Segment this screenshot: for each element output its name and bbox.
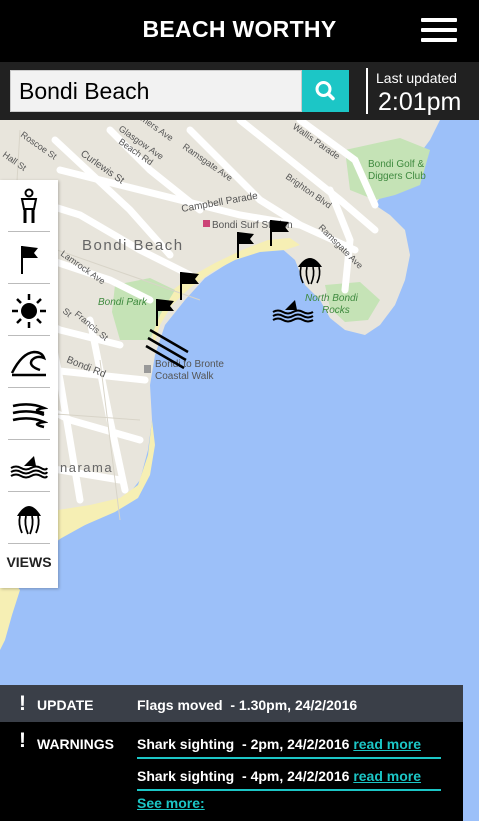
warning-item: Shark sighting - 2pm, 24/2/2016 read mor… bbox=[137, 736, 421, 752]
toolbar-sharks[interactable] bbox=[8, 442, 50, 492]
map-label-rocks: Rocks bbox=[322, 305, 350, 316]
toolbar-flags[interactable] bbox=[8, 234, 50, 284]
flag-icon bbox=[21, 245, 38, 274]
toolbar-weather[interactable] bbox=[8, 286, 50, 336]
toolbar-jellyfish[interactable] bbox=[8, 494, 50, 544]
toolbar-lifeguard[interactable] bbox=[8, 182, 50, 232]
search-bar: Last updated 2:01pm bbox=[0, 62, 479, 120]
divider bbox=[137, 789, 441, 791]
update-row: ! UPDATE Flags moved - 1.30pm, 24/2/2016 bbox=[0, 685, 463, 722]
map-label-coastal-walk: Bondi to Bronte bbox=[155, 359, 224, 370]
coastal-walk-marker bbox=[144, 365, 151, 373]
search-icon bbox=[315, 81, 335, 101]
last-updated-label: Last updated bbox=[376, 70, 457, 86]
search-button[interactable] bbox=[302, 70, 349, 112]
layer-toolbar: VIEWS bbox=[0, 180, 58, 588]
map-canvas: Bondi Beach Bondi Park North Bondi Rocks… bbox=[0, 120, 440, 650]
surf-station-marker bbox=[203, 220, 210, 227]
read-more-link[interactable]: read more bbox=[353, 736, 421, 752]
map-label-golf-club: Bondi Golf & bbox=[368, 159, 424, 170]
divider bbox=[366, 68, 368, 114]
map-label-diggers-club: Diggers Club bbox=[368, 171, 426, 182]
alert-icon: ! bbox=[19, 729, 26, 752]
map-edge bbox=[463, 685, 479, 821]
coast-sand-lower bbox=[0, 582, 20, 650]
info-panel: ! UPDATE Flags moved - 1.30pm, 24/2/2016… bbox=[0, 685, 463, 821]
update-label: UPDATE bbox=[37, 697, 94, 713]
warning-text: Shark sighting - 2pm, 24/2/2016 bbox=[137, 736, 350, 752]
map-label-bondi-park: Bondi Park bbox=[98, 297, 148, 308]
app-title: BEACH WORTHY bbox=[142, 16, 337, 42]
hamburger-menu-icon[interactable] bbox=[421, 18, 457, 42]
wave-icon bbox=[10, 350, 47, 376]
rip-current-icon bbox=[12, 402, 48, 428]
warning-item: Shark sighting - 4pm, 24/2/2016 read mor… bbox=[137, 768, 421, 784]
map-label-coastal-walk-2: Coastal Walk bbox=[155, 371, 215, 382]
jellyfish-icon bbox=[17, 505, 41, 534]
map-view[interactable]: Bondi Beach Bondi Park North Bondi Rocks… bbox=[0, 120, 479, 685]
read-more-link[interactable]: read more bbox=[353, 768, 421, 784]
map-label-north-bondi: North Bondi bbox=[305, 293, 359, 304]
toolbar-surf[interactable] bbox=[8, 338, 50, 388]
lifeguard-icon bbox=[20, 188, 38, 223]
map-label-panorama: narama bbox=[60, 460, 113, 475]
shark-icon bbox=[10, 455, 48, 478]
alert-icon: ! bbox=[19, 692, 26, 715]
views-button[interactable]: VIEWS bbox=[0, 554, 58, 570]
map-label-bondi-beach: Bondi Beach bbox=[82, 237, 184, 254]
toolbar-rips[interactable] bbox=[8, 390, 50, 440]
search-input[interactable] bbox=[10, 70, 302, 112]
warning-text: Shark sighting - 4pm, 24/2/2016 bbox=[137, 768, 350, 784]
see-more-link[interactable]: See more: bbox=[137, 795, 205, 811]
sun-icon bbox=[12, 293, 46, 328]
last-updated-time: 2:01pm bbox=[378, 88, 462, 116]
app-header: BEACH WORTHY bbox=[0, 0, 479, 62]
divider bbox=[137, 757, 441, 759]
update-text: Flags moved - 1.30pm, 24/2/2016 bbox=[137, 697, 358, 713]
warnings-label: WARNINGS bbox=[37, 736, 114, 752]
